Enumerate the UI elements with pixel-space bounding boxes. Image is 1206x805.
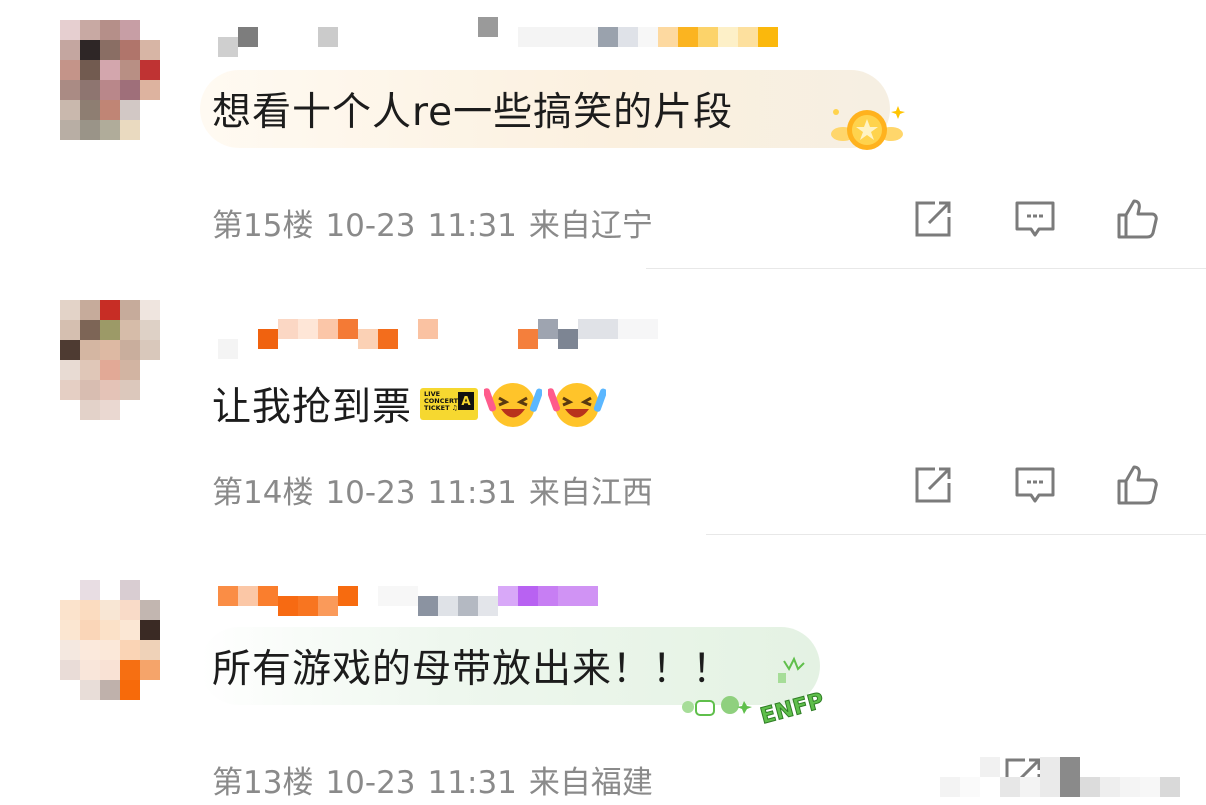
- comment-text: 让我抢到票: [212, 385, 413, 430]
- comment-location: 来自江西: [528, 475, 653, 511]
- comment-date: 10-23: [325, 765, 416, 801]
- laughing-emoji-icon: [548, 383, 607, 427]
- comment-button[interactable]: [1012, 197, 1058, 241]
- floor-number: 第14楼: [212, 475, 314, 511]
- comment-bubble[interactable]: 让我抢到票 LIVE CONCERT TICKET ♫ A: [200, 365, 720, 443]
- share-button[interactable]: [910, 197, 956, 241]
- comment-location: 来自辽宁: [528, 208, 653, 244]
- comment-actions: [910, 463, 1160, 507]
- comment-icon: [1015, 201, 1055, 237]
- comment-icon: [1015, 467, 1055, 503]
- action-icons-blurred: [940, 757, 1200, 797]
- like-icon: [1117, 199, 1158, 239]
- share-icon: [915, 201, 951, 237]
- comment-item: 所有游戏的母带放出来！！！ ENFP 第13楼 10-23 11:31 来自福建: [0, 535, 1206, 805]
- enfp-badge-icon: ENFP: [682, 656, 827, 727]
- comment-text: 所有游戏的母带放出来！！！: [212, 647, 733, 692]
- share-icon: [915, 467, 951, 503]
- username-blurred[interactable]: [218, 577, 598, 616]
- share-button[interactable]: [910, 463, 956, 507]
- like-button[interactable]: [1114, 197, 1160, 241]
- username-blurred[interactable]: [218, 17, 778, 57]
- avatar[interactable]: [60, 300, 160, 420]
- comment-item: 让我抢到票 LIVE CONCERT TICKET ♫ A 第14楼 10-23…: [0, 270, 1206, 535]
- divider: [646, 268, 1206, 269]
- username-blurred[interactable]: [218, 319, 658, 359]
- comment-time: 11:31: [427, 765, 517, 801]
- ticket-line: TICKET ♫: [424, 404, 458, 412]
- floor-number: 第13楼: [212, 765, 314, 801]
- comment-location: 来自福建: [528, 765, 653, 801]
- comment-date: 10-23: [325, 208, 416, 244]
- comment-bubble[interactable]: 想看十个人re一些搞笑的片段: [200, 70, 890, 148]
- comment-time: 11:31: [427, 208, 517, 244]
- like-button[interactable]: [1114, 463, 1160, 507]
- comment-list: 想看十个人re一些搞笑的片段 第15楼 10-23 11:31 来自辽宁 让我抢…: [0, 0, 1206, 805]
- ticket-zone: A: [458, 392, 475, 410]
- like-icon: [1117, 465, 1158, 505]
- comment-meta: 第15楼 10-23 11:31 来自辽宁: [212, 200, 665, 245]
- star-badge-icon: [831, 106, 905, 150]
- comment-text: 想看十个人re一些搞笑的片段: [212, 90, 734, 135]
- comment-time: 11:31: [427, 475, 517, 511]
- floor-number: 第15楼: [212, 208, 314, 244]
- laughing-emoji-icon: [484, 383, 543, 427]
- avatar[interactable]: [60, 580, 160, 700]
- concert-ticket-icon: LIVE CONCERT TICKET ♫ A: [420, 388, 479, 420]
- comment-button[interactable]: [1012, 463, 1058, 507]
- comment-meta: 第13楼 10-23 11:31 来自福建: [212, 757, 665, 802]
- comment-date: 10-23: [325, 475, 416, 511]
- badge-label: ENFP: [758, 689, 827, 727]
- comment-meta: 第14楼 10-23 11:31 来自江西: [212, 467, 665, 512]
- comment-item: 想看十个人re一些搞笑的片段 第15楼 10-23 11:31 来自辽宁: [0, 0, 1206, 270]
- comment-actions: [910, 197, 1160, 241]
- avatar[interactable]: [60, 20, 160, 140]
